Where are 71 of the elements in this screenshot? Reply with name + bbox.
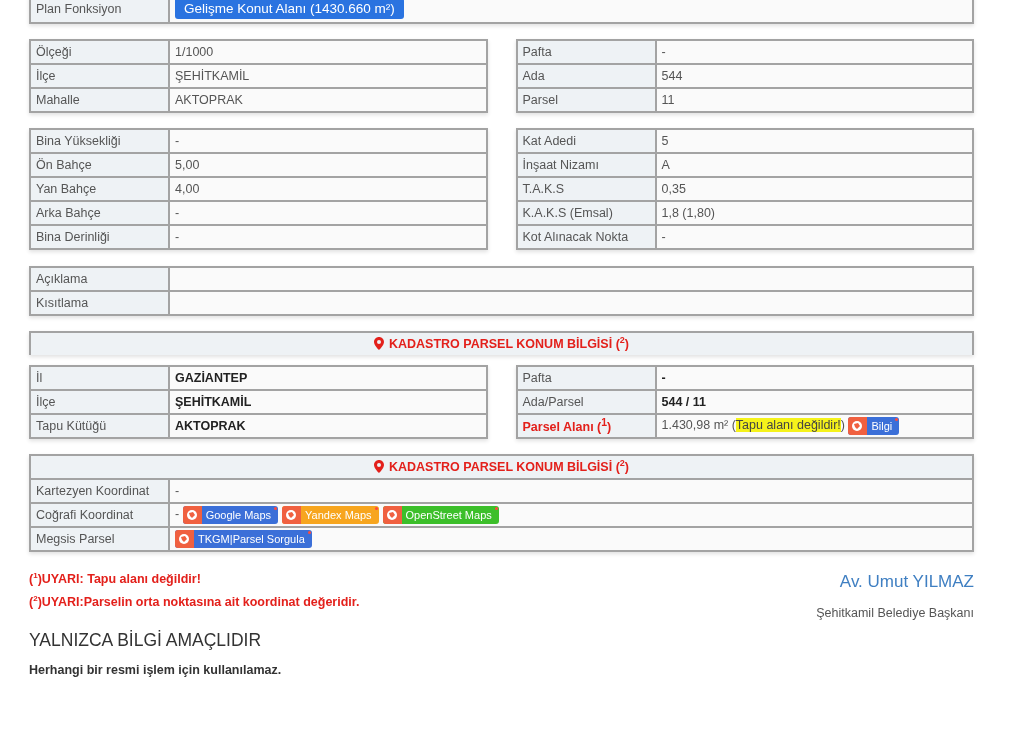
field-value: AKTOPRAK — [169, 88, 487, 112]
map-pin-icon — [374, 459, 384, 473]
field-value: 544 / 11 — [655, 390, 973, 414]
field-value: 11 — [655, 88, 973, 112]
field-value: 0,35 — [655, 177, 973, 201]
field-value: - — [169, 479, 973, 503]
field-value: - — [175, 507, 180, 522]
field-label: Parsel — [516, 88, 656, 112]
field-value: 1/1000 — [169, 40, 487, 64]
field-label: Kat Adedi — [516, 129, 656, 153]
field-label: Megsis Parsel — [30, 527, 169, 551]
field-value: GAZİANTEP — [169, 366, 487, 390]
signature-name: Av. Umut YILMAZ — [838, 572, 974, 592]
field-value: 4,00 — [169, 177, 487, 201]
field-value: - — [169, 201, 487, 225]
field-label: K.A.K.S (Emsal) — [516, 201, 656, 225]
field-value: 1,8 (1,80) — [655, 201, 973, 225]
field-label: Bina Derinliği — [30, 225, 169, 249]
signature-title: Şehitkamil Belediye Başkanı — [816, 606, 974, 620]
field-label: Ada — [516, 64, 656, 88]
field-value: - — [655, 40, 973, 64]
field-label: Kartezyen Koordinat — [30, 479, 169, 503]
section-header: KADASTRO PARSEL KONUM BİLGİSİ ($^{2}$) — [30, 332, 973, 355]
field-label: Bina Yüksekliği — [30, 129, 169, 153]
field-value: AKTOPRAK — [169, 414, 487, 438]
field-label: İlçe — [30, 390, 169, 414]
field-label: Pafta — [516, 40, 656, 64]
disclaimer-title: YALNIZCA BİLGİ AMAÇLIDIR — [29, 630, 263, 651]
field-label: T.A.K.S — [516, 177, 656, 201]
field-value: ŞEHİTKAMİL — [169, 390, 487, 414]
globe-icon — [282, 506, 302, 524]
globe-icon — [848, 417, 868, 435]
field-label: Ada/Parsel — [516, 390, 656, 414]
field-label: Plan Fonksiyon — [30, 0, 169, 23]
map-link-button[interactable]: OpenStreet Maps — [382, 506, 499, 524]
map-link-button[interactable]: Bilgi — [848, 417, 900, 435]
field-value: - — [169, 129, 487, 153]
field-label: İnşaat Nizamı — [516, 153, 656, 177]
field-value: - — [655, 366, 973, 390]
globe-icon — [175, 530, 194, 548]
field-label: Ön Bahçe — [30, 153, 169, 177]
field-value: 5 — [655, 129, 973, 153]
map-link-button[interactable]: TKGM|Parsel Sorgula — [175, 530, 312, 548]
field-label: İl — [30, 366, 169, 390]
field-value: ŞEHİTKAMİL — [169, 64, 487, 88]
field-label: Pafta — [516, 366, 656, 390]
map-link-button[interactable]: Google Maps — [182, 506, 279, 524]
field-value: 5,00 — [169, 153, 487, 177]
field-label: Kot Alınacak Nokta — [516, 225, 656, 249]
plan-function-button[interactable]: Gelişme Konut Alanı (1430.660 m²) — [175, 0, 404, 19]
field-label: Kısıtlama — [30, 291, 169, 315]
field-value: 544 — [655, 64, 973, 88]
section-header: KADASTRO PARSEL KONUM BİLGİSİ ($^{2}$) — [30, 455, 973, 479]
map-pin-icon — [374, 336, 384, 350]
globe-icon — [382, 506, 402, 524]
globe-icon — [182, 506, 202, 524]
warning-text: ($^{1}$)UYARI: Tapu alanı değildir! — [29, 570, 202, 589]
field-label: Ölçeği — [30, 40, 169, 64]
disclaimer-text: Herhangi bir resmi işlem için kullanılamaz. — [29, 663, 283, 677]
field-value: A — [655, 153, 973, 177]
field-label: Coğrafi Koordinat — [30, 503, 169, 527]
field-label: Açıklama — [30, 267, 169, 291]
field-value: - — [655, 225, 973, 249]
field-label: İlçe — [30, 64, 169, 88]
field-label: Tapu Kütüğü — [30, 414, 169, 438]
warning-text: ($^{2}$)UYARI:Parselin orta noktasına ait koordinat değeridir. — [29, 593, 360, 612]
field-label: Parsel Alanı ($^{1}$) — [516, 414, 656, 438]
field-label: Mahalle — [30, 88, 169, 112]
field-value: - — [169, 225, 487, 249]
field-label: Arka Bahçe — [30, 201, 169, 225]
field-label: Yan Bahçe — [30, 177, 169, 201]
